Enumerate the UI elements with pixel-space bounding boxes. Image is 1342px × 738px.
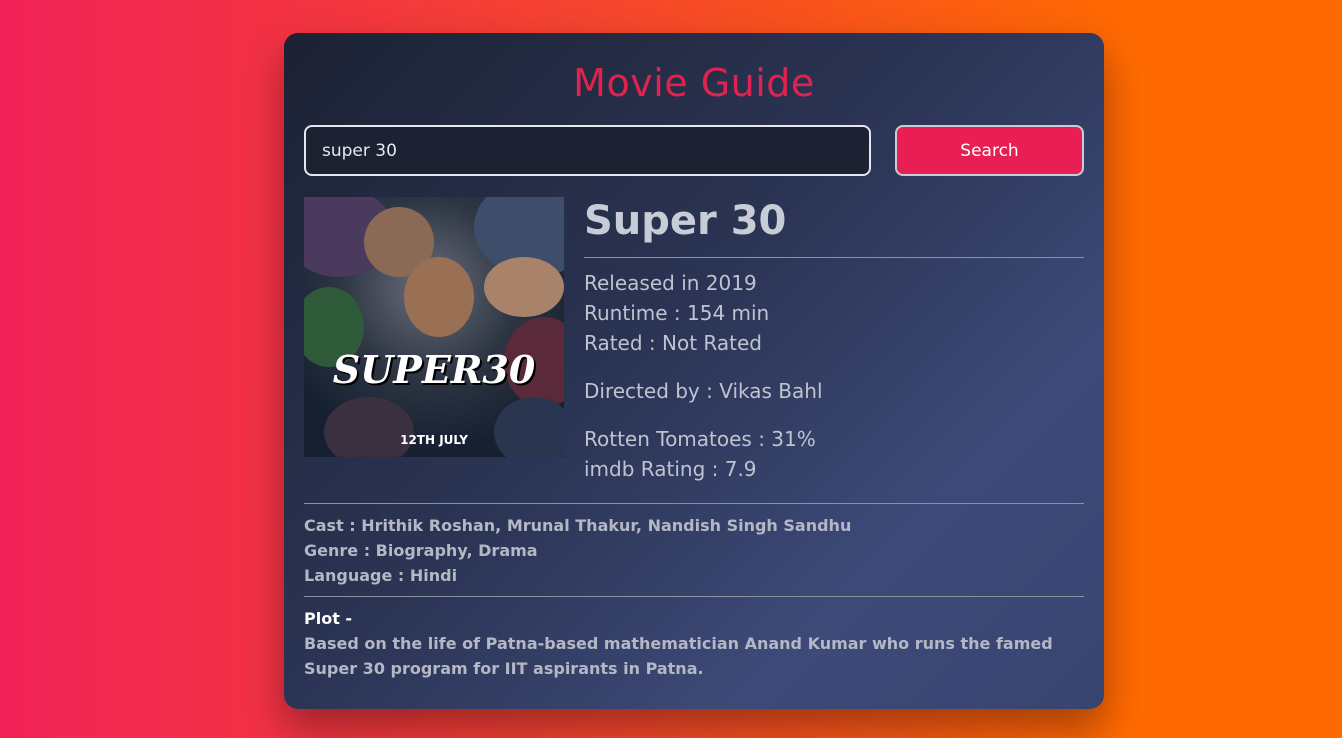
search-bar: Search: [304, 125, 1084, 176]
poster-title: SUPER30: [332, 347, 536, 392]
search-button[interactable]: Search: [895, 125, 1084, 176]
language: Language : Hindi: [304, 566, 458, 585]
movie-title: Super 30: [584, 198, 787, 244]
movie-details: Cast : Hrithik Roshan, Mrunal Thakur, Na…: [304, 503, 1084, 681]
movie-info: Super 30 Released in 2019 Runtime : 154 …: [584, 197, 1084, 484]
cast: Cast : Hrithik Roshan, Mrunal Thakur, Na…: [304, 516, 852, 535]
plot-divider: [304, 596, 1084, 597]
search-input[interactable]: [304, 125, 871, 176]
genre: Genre : Biography, Drama: [304, 541, 538, 560]
release-year: Released in 2019: [584, 271, 757, 295]
plot-text: Based on the life of Patna-based mathema…: [304, 634, 1053, 678]
director: Directed by : Vikas Bahl: [584, 379, 823, 403]
poster-date: 12TH JULY: [400, 433, 468, 447]
details-divider: [304, 503, 1084, 504]
app-title: Movie Guide: [573, 61, 815, 105]
movie-poster: SUPER30 12TH JULY: [304, 197, 564, 457]
movie-guide-card: Movie Guide Search SUPER30 12TH JULY Sup…: [284, 33, 1104, 709]
title-divider: [584, 257, 1084, 258]
rating: Rated : Not Rated: [584, 331, 762, 355]
imdb-rating: imdb Rating : 7.9: [584, 457, 757, 481]
runtime: Runtime : 154 min: [584, 301, 770, 325]
plot-label: Plot -: [304, 609, 353, 628]
rotten-tomatoes-score: Rotten Tomatoes : 31%: [584, 427, 816, 451]
